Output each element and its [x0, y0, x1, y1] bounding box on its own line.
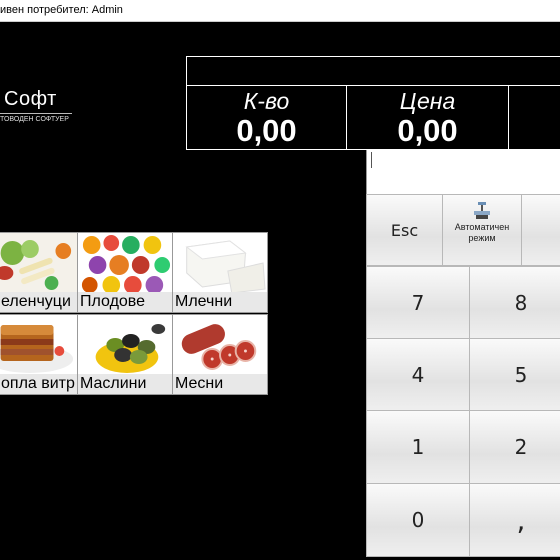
quantity-label: К-во [243, 88, 290, 114]
olives-image [78, 315, 172, 377]
dairy-image [173, 233, 267, 295]
info-display [186, 56, 560, 86]
key-1[interactable]: 1 [366, 410, 470, 484]
category-label: еленчуци [0, 292, 77, 312]
category-label: опла витр [0, 374, 77, 394]
category-meats[interactable]: Месни [172, 314, 268, 395]
category-label: Маслини [78, 374, 172, 394]
key-comma[interactable]: , [469, 483, 560, 557]
key-7[interactable]: 7 [366, 266, 470, 339]
key-4[interactable]: 4 [366, 338, 470, 411]
auto-mode-button[interactable]: Автоматичен режим [442, 194, 522, 266]
key-0[interactable]: 0 [366, 483, 470, 557]
quantity-value: 0,00 [236, 113, 297, 148]
quantity-display: К-во 0,00 [186, 85, 347, 150]
salami-image [173, 315, 267, 377]
key-2[interactable]: 2 [469, 410, 560, 484]
category-label: Плодове [78, 292, 172, 312]
price-display: Цена 0,00 [346, 85, 509, 150]
window-title-bar: ивен потребител: Admin [0, 0, 560, 22]
scale-icon [474, 202, 490, 219]
text-caret [371, 152, 372, 168]
total-display [508, 85, 560, 150]
logo-brand: Софт [4, 88, 57, 110]
vegetables-image [0, 233, 77, 295]
auto-mode-label: Автоматичен режим [454, 222, 510, 243]
category-label: Месни [173, 374, 267, 394]
key-8[interactable]: 8 [469, 266, 560, 339]
category-fruits[interactable]: Плодове [77, 232, 173, 313]
price-label: Цена [399, 88, 456, 114]
logo-divider [0, 113, 72, 114]
category-olives[interactable]: Маслини [77, 314, 173, 395]
logo-tagline: ТОВОДЕН СОФТУЕР [0, 116, 69, 123]
key-5[interactable]: 5 [469, 338, 560, 411]
input-field[interactable] [366, 150, 560, 194]
category-dairy[interactable]: Млечни [172, 232, 268, 313]
price-value: 0,00 [397, 113, 458, 148]
category-label: Млечни [173, 292, 267, 312]
esc-button[interactable]: Esc [366, 194, 443, 266]
category-hot-dishes[interactable]: опла витр [0, 314, 78, 395]
hot-dish-image [0, 315, 77, 377]
company-logo: Софт ТОВОДЕН СОФТУЕР [0, 84, 80, 128]
fruits-image [78, 233, 172, 295]
partial-right-button[interactable] [521, 194, 560, 266]
window-title: ивен потребител: Admin [0, 4, 123, 16]
category-vegetables[interactable]: еленчуци [0, 232, 78, 313]
